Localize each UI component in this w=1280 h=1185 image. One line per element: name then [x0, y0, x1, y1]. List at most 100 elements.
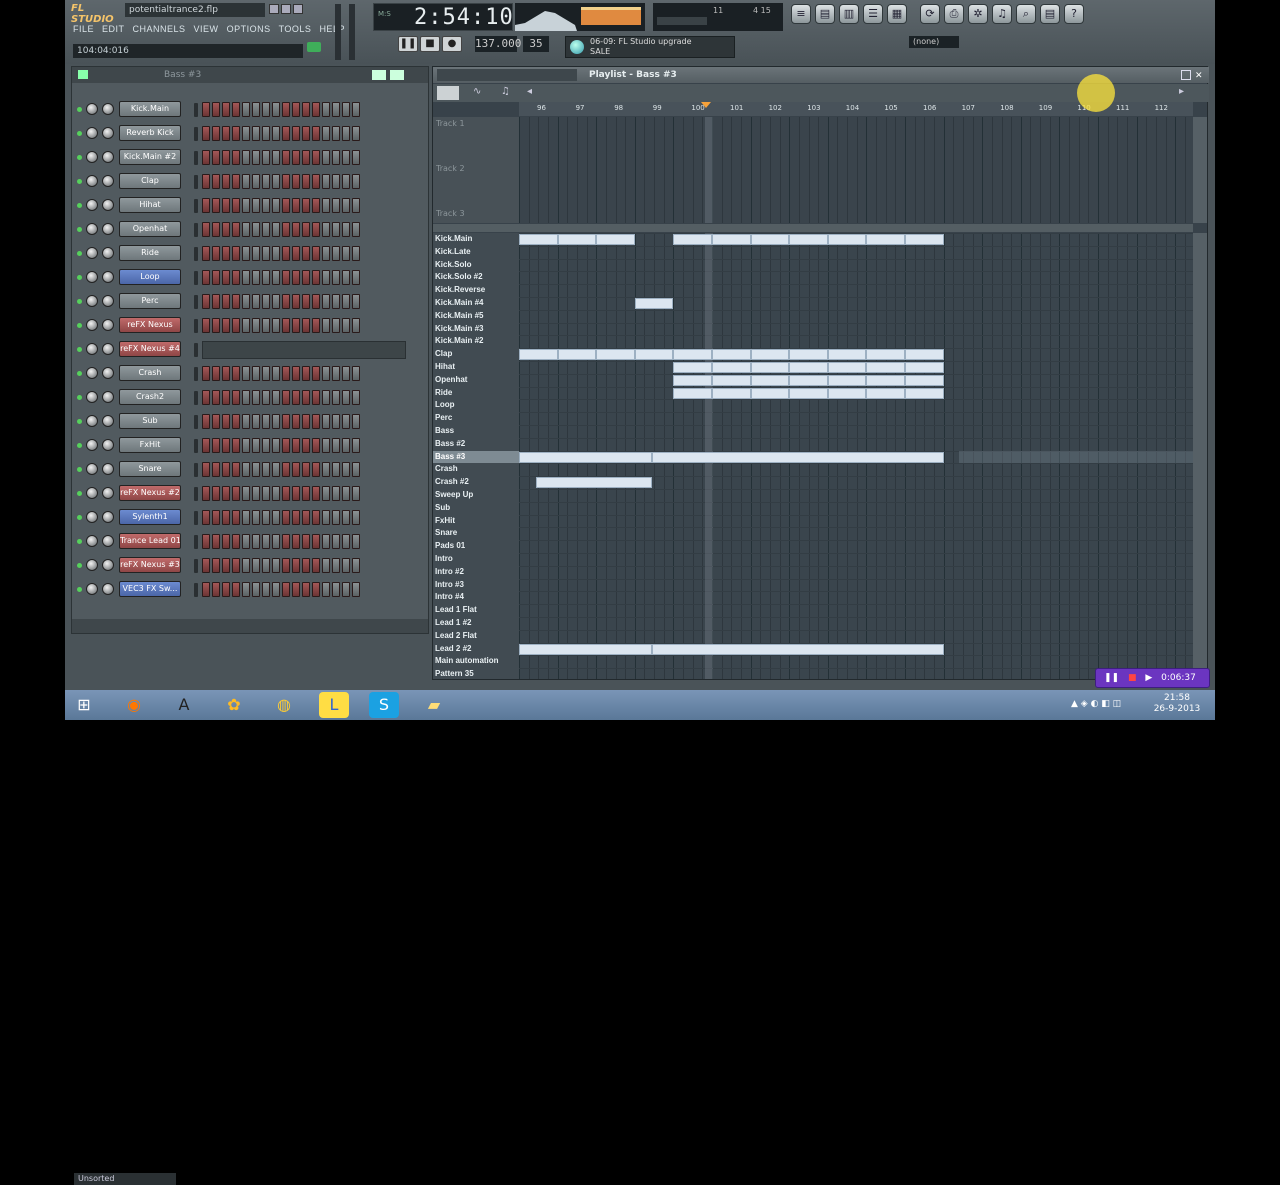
- restore-icon[interactable]: [281, 4, 291, 14]
- step-button[interactable]: [222, 198, 230, 213]
- search-icon[interactable]: ⌕: [1016, 4, 1036, 24]
- pattern-name[interactable]: Kick.Solo: [433, 259, 519, 272]
- step-button[interactable]: [222, 582, 230, 597]
- step-button[interactable]: [352, 198, 360, 213]
- step-button[interactable]: [322, 246, 330, 261]
- channel-name-button[interactable]: Openhat: [119, 221, 181, 237]
- step-button[interactable]: [332, 318, 340, 333]
- step-button[interactable]: [302, 366, 310, 381]
- start-button-icon[interactable]: ⊞: [69, 692, 99, 718]
- pattern-name[interactable]: Sub: [433, 502, 519, 515]
- step-button[interactable]: [342, 270, 350, 285]
- step-button[interactable]: [252, 438, 260, 453]
- step-button[interactable]: [232, 150, 240, 165]
- step-button[interactable]: [252, 222, 260, 237]
- pattern-name[interactable]: Kick.Late: [433, 246, 519, 259]
- step-button[interactable]: [312, 174, 320, 189]
- channel-select-indicator[interactable]: [194, 391, 198, 405]
- playlist-icon[interactable]: ≡: [791, 4, 811, 24]
- step-button[interactable]: [232, 390, 240, 405]
- pan-knob[interactable]: [86, 271, 98, 283]
- step-button[interactable]: [252, 486, 260, 501]
- channel-mute-led[interactable]: [77, 347, 82, 352]
- recorder-play-icon[interactable]: ▶: [1145, 673, 1152, 683]
- pattern-name[interactable]: Kick.Main #2: [433, 335, 519, 348]
- volume-knob[interactable]: [102, 463, 114, 475]
- step-button[interactable]: [242, 102, 250, 117]
- step-button[interactable]: [252, 534, 260, 549]
- pan-knob[interactable]: [86, 511, 98, 523]
- step-button[interactable]: [242, 294, 250, 309]
- step-button[interactable]: [222, 270, 230, 285]
- channel-name-button[interactable]: Crash: [119, 365, 181, 381]
- pattern-clip[interactable]: [750, 374, 790, 386]
- step-button[interactable]: [272, 126, 280, 141]
- pattern-name[interactable]: Crash: [433, 463, 519, 476]
- step-button[interactable]: [222, 318, 230, 333]
- step-button[interactable]: [272, 318, 280, 333]
- step-button[interactable]: [212, 390, 220, 405]
- step-button[interactable]: [302, 558, 310, 573]
- step-button[interactable]: [222, 510, 230, 525]
- step-button[interactable]: [352, 318, 360, 333]
- step-button[interactable]: [302, 390, 310, 405]
- step-button[interactable]: [272, 414, 280, 429]
- step-button[interactable]: [222, 222, 230, 237]
- menu-tools[interactable]: TOOLS: [279, 24, 312, 38]
- volume-knob[interactable]: [102, 487, 114, 499]
- step-button[interactable]: [212, 174, 220, 189]
- step-button[interactable]: [282, 198, 290, 213]
- step-button[interactable]: [262, 246, 270, 261]
- step-button[interactable]: [212, 294, 220, 309]
- pan-knob[interactable]: [86, 127, 98, 139]
- channel-select-indicator[interactable]: [194, 175, 198, 189]
- step-button[interactable]: [292, 390, 300, 405]
- pattern-clip[interactable]: [712, 349, 751, 361]
- channel-mute-led[interactable]: [77, 587, 82, 592]
- step-button[interactable]: [222, 126, 230, 141]
- step-button[interactable]: [352, 414, 360, 429]
- channel-select-indicator[interactable]: [194, 103, 198, 117]
- volume-knob[interactable]: [102, 439, 114, 451]
- step-button[interactable]: [342, 198, 350, 213]
- step-button[interactable]: [232, 246, 240, 261]
- pattern-clip[interactable]: [673, 234, 712, 245]
- step-button[interactable]: [322, 462, 330, 477]
- step-button[interactable]: [262, 222, 270, 237]
- pan-knob[interactable]: [86, 415, 98, 427]
- recorder-stop-icon[interactable]: ■: [1128, 673, 1137, 683]
- channel-name-button[interactable]: Sub: [119, 413, 181, 429]
- step-button[interactable]: [202, 414, 210, 429]
- step-button[interactable]: [312, 390, 320, 405]
- pattern-name[interactable]: Kick.Main #3: [433, 323, 519, 336]
- step-button[interactable]: [332, 438, 340, 453]
- step-button[interactable]: [312, 414, 320, 429]
- step-button[interactable]: [222, 390, 230, 405]
- folder-icon[interactable]: ▰: [419, 692, 449, 718]
- step-button[interactable]: [262, 390, 270, 405]
- step-button[interactable]: [252, 366, 260, 381]
- channel-select-indicator[interactable]: [194, 439, 198, 453]
- pattern-clip[interactable]: [673, 374, 712, 386]
- step-button[interactable]: [242, 582, 250, 597]
- channel-mute-led[interactable]: [77, 203, 82, 208]
- step-button[interactable]: [332, 102, 340, 117]
- pattern-clip[interactable]: [789, 362, 828, 373]
- step-button[interactable]: [212, 222, 220, 237]
- step-button[interactable]: [262, 486, 270, 501]
- step-button[interactable]: [232, 270, 240, 285]
- step-button[interactable]: [322, 366, 330, 381]
- channel-filter-select[interactable]: Unsorted: [74, 1173, 176, 1185]
- step-button[interactable]: [202, 486, 210, 501]
- keyboard-editor-icon[interactable]: [390, 70, 404, 80]
- pan-knob[interactable]: [86, 439, 98, 451]
- pattern-clip[interactable]: [673, 349, 712, 361]
- channel-name-button[interactable]: Loop: [119, 269, 181, 285]
- volume-knob[interactable]: [102, 103, 114, 115]
- step-button[interactable]: [342, 366, 350, 381]
- step-button[interactable]: [242, 366, 250, 381]
- step-button[interactable]: [242, 318, 250, 333]
- step-button[interactable]: [332, 174, 340, 189]
- step-button[interactable]: [272, 486, 280, 501]
- step-button[interactable]: [222, 438, 230, 453]
